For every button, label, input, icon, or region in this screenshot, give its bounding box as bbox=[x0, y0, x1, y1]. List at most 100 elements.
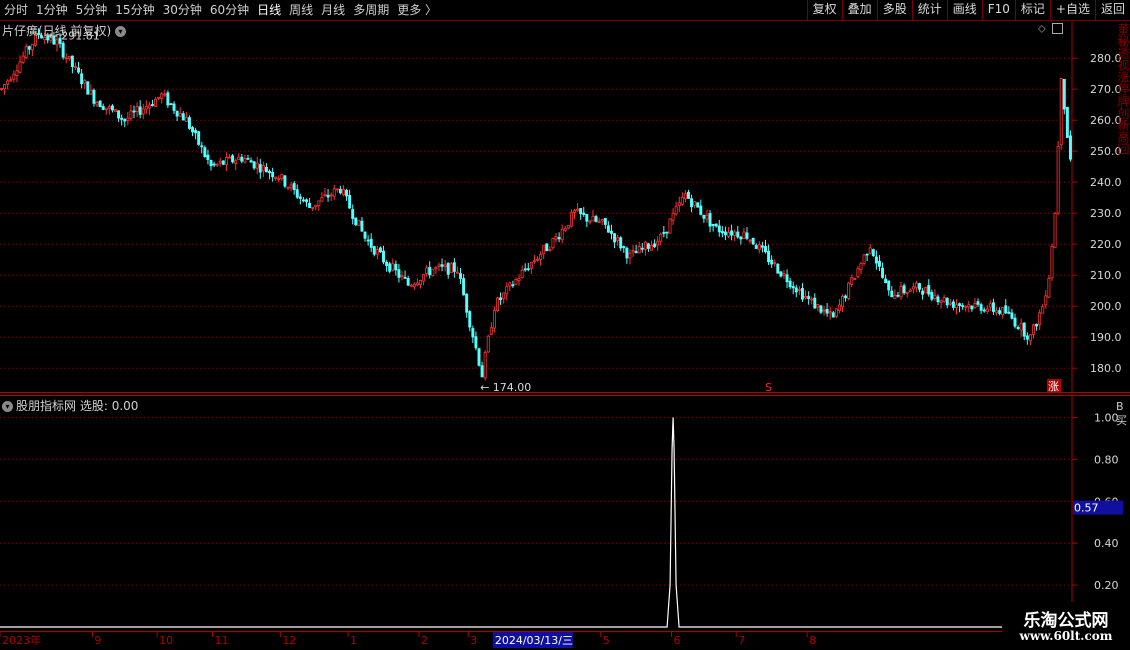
candlestick-chart[interactable]: 280.0270.0260.0250.0240.0230.0220.0210.0… bbox=[0, 21, 1130, 393]
period-tab[interactable]: 分时 bbox=[0, 0, 32, 20]
candle-body bbox=[92, 89, 96, 104]
date-label: 9 bbox=[94, 634, 101, 647]
period-tab[interactable]: 多周期 bbox=[349, 0, 393, 20]
candle-body bbox=[431, 268, 435, 277]
candle-body bbox=[776, 263, 780, 274]
candle-body bbox=[252, 161, 256, 169]
period-tab[interactable]: 日线 bbox=[253, 0, 285, 20]
candle-body bbox=[181, 113, 185, 121]
period-tab[interactable]: 5分钟 bbox=[72, 0, 112, 20]
candle-body bbox=[656, 240, 660, 246]
candle-body bbox=[625, 247, 629, 259]
candle-body bbox=[563, 227, 567, 231]
candle-body bbox=[896, 294, 900, 297]
toolbar-button[interactable]: F10 bbox=[981, 0, 1015, 20]
candle-body bbox=[727, 232, 731, 237]
toolbar-button[interactable]: 统计 bbox=[911, 0, 947, 20]
period-tab[interactable]: 月线 bbox=[317, 0, 349, 20]
candle-body bbox=[338, 188, 342, 194]
candle-body bbox=[249, 160, 253, 163]
candle-body bbox=[810, 298, 814, 301]
candle-body bbox=[597, 221, 601, 223]
indicator-y-tick-label: 1.00 bbox=[1094, 411, 1119, 424]
candle-body bbox=[554, 236, 558, 240]
candle-body bbox=[178, 113, 182, 117]
candle-body bbox=[144, 105, 148, 110]
candle-body bbox=[77, 67, 81, 73]
indicator-y-tick-label: 0.40 bbox=[1094, 537, 1119, 550]
candle-body bbox=[95, 101, 99, 106]
period-tab[interactable]: 更多 〉 bbox=[393, 0, 441, 20]
candle-body bbox=[0, 88, 4, 90]
chevron-down-icon[interactable]: ▾ bbox=[2, 401, 13, 412]
candle-body bbox=[428, 267, 432, 276]
candle-body bbox=[742, 231, 746, 240]
candle-body bbox=[671, 212, 675, 221]
side-toolbar-text[interactable]: 董秘透视涨停牌创新高回 bbox=[1116, 23, 1130, 393]
date-label: 1 bbox=[350, 634, 357, 647]
candle-body bbox=[871, 249, 875, 257]
candle-body bbox=[588, 220, 592, 223]
candle-body bbox=[15, 70, 19, 76]
candle-body bbox=[828, 311, 832, 314]
candle-body bbox=[1068, 135, 1072, 160]
candle-body bbox=[819, 305, 823, 313]
toolbar-button[interactable]: 标记 bbox=[1014, 0, 1050, 20]
candle-body bbox=[770, 259, 774, 265]
candle-body bbox=[462, 278, 466, 296]
candle-body bbox=[1056, 145, 1060, 214]
candle-body bbox=[258, 164, 262, 173]
candle-body bbox=[311, 207, 315, 209]
candle-body bbox=[579, 208, 583, 215]
toolbar-button[interactable]: 叠加 bbox=[841, 0, 877, 20]
candle-body bbox=[261, 165, 265, 172]
candle-body bbox=[970, 305, 974, 310]
candle-body bbox=[853, 278, 857, 280]
candle-body bbox=[514, 279, 518, 285]
candle-body bbox=[573, 210, 576, 213]
period-tab[interactable]: 1分钟 bbox=[32, 0, 72, 20]
candle-body bbox=[517, 278, 521, 282]
chevron-down-icon[interactable]: ▾ bbox=[115, 26, 127, 37]
candle-body bbox=[1016, 327, 1020, 329]
candle-body bbox=[1038, 312, 1042, 326]
toolbar-button[interactable]: 画线 bbox=[946, 0, 982, 20]
indicator-panel-title: ▾ 股朋指标网 选股: 0.00 bbox=[2, 397, 138, 414]
toolbar-button[interactable]: 多股 bbox=[876, 0, 912, 20]
toolbar-button[interactable]: +自选 bbox=[1049, 0, 1095, 20]
side-toolbar-text-2[interactable]: B 买 bbox=[1116, 400, 1130, 440]
period-tabs: 分时 1分钟 5分钟 15分钟 30分钟 60分钟 日线 周线 月线 多周期 更多 〉 bbox=[0, 0, 441, 20]
candle-body bbox=[708, 213, 712, 227]
candle-body bbox=[622, 246, 626, 249]
candle-body bbox=[548, 248, 552, 251]
candle-body bbox=[788, 280, 792, 288]
panel-controls[interactable]: ◇ bbox=[1038, 23, 1064, 35]
date-label: 6 bbox=[674, 634, 681, 647]
candle-body bbox=[951, 301, 955, 308]
candle-body bbox=[1035, 323, 1039, 327]
candle-body bbox=[175, 110, 179, 117]
candle-body bbox=[723, 231, 727, 236]
candle-body bbox=[314, 204, 318, 208]
diamond-icon[interactable]: ◇ bbox=[1038, 24, 1046, 35]
candle-body bbox=[711, 223, 715, 227]
indicator-chart[interactable]: 1.000.800.600.400.200.57 bbox=[0, 395, 1130, 631]
period-tab[interactable]: 周线 bbox=[285, 0, 317, 20]
period-tab[interactable]: 15分钟 bbox=[111, 0, 158, 20]
candle-body bbox=[609, 230, 613, 234]
candle-body bbox=[797, 289, 801, 291]
candle-body bbox=[985, 308, 989, 312]
zhang-marker: 涨 bbox=[1048, 380, 1059, 393]
candle-body bbox=[348, 195, 352, 209]
low-price-label: ← 174.00 bbox=[480, 381, 531, 393]
candle-body bbox=[961, 305, 965, 307]
toolbar-button[interactable]: 复权 bbox=[806, 0, 842, 20]
period-tab[interactable]: 30分钟 bbox=[159, 0, 206, 20]
candle-body bbox=[865, 253, 869, 256]
period-tab[interactable]: 60分钟 bbox=[206, 0, 253, 20]
candle-body bbox=[948, 302, 952, 305]
window-toggle-icon[interactable] bbox=[1052, 23, 1064, 34]
candle-body bbox=[110, 105, 114, 111]
candle-body bbox=[24, 46, 28, 58]
toolbar-button[interactable]: 返回 bbox=[1094, 0, 1130, 20]
